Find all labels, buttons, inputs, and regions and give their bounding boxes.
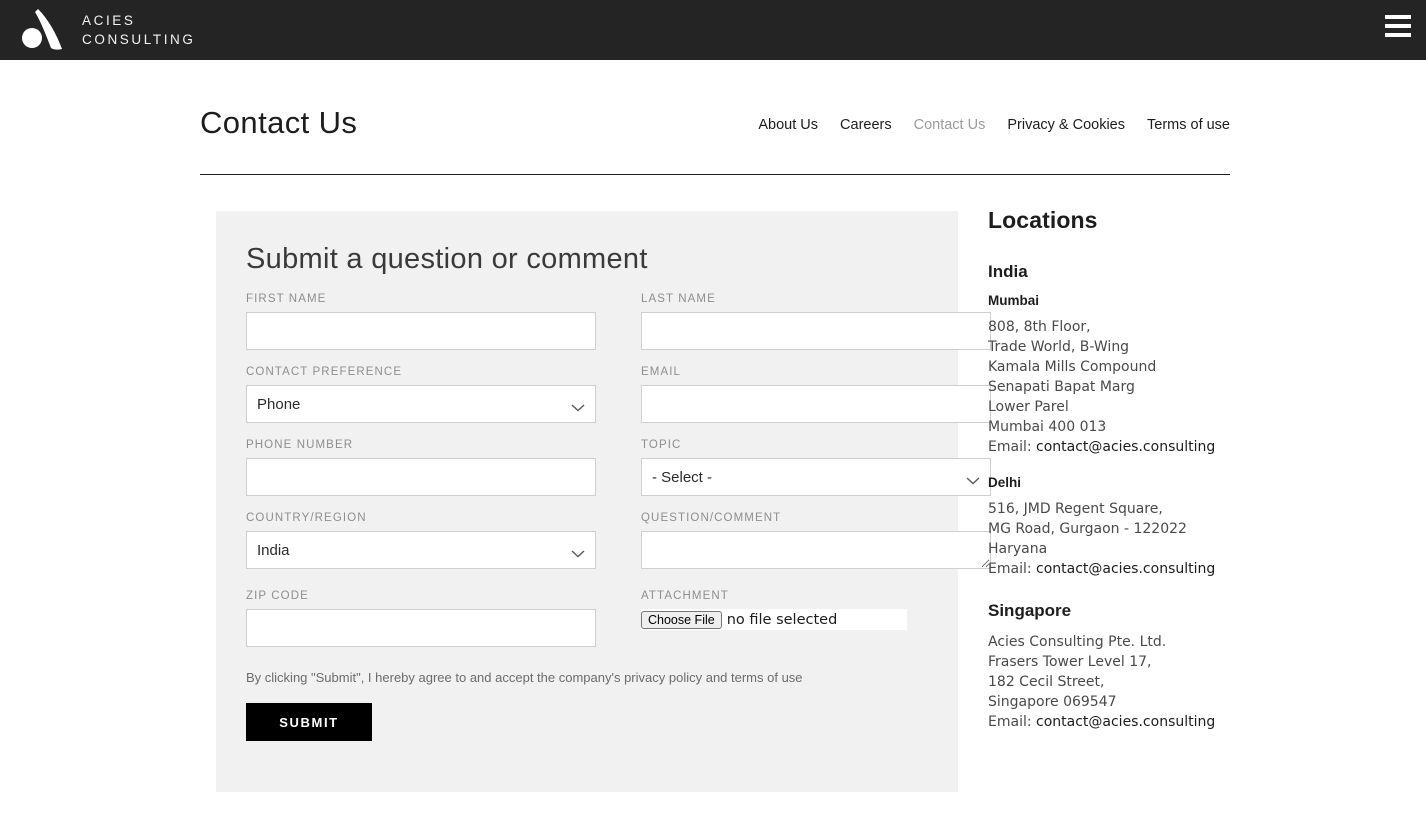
city-heading: Mumbai [988,293,1040,308]
brand-text: ACIES CONSULTING [82,11,196,49]
label-zip-code: ZIP CODE [246,590,309,602]
question-comment-textarea[interactable] [641,531,991,569]
label-first-name: FIRST NAME [246,293,327,305]
label-country-region: COUNTRY/REGION [246,512,367,524]
locations-title: Locations [988,207,1098,233]
brand-line-2: CONSULTING [82,32,196,47]
address-line: 516, JMD Regent Square, [988,501,1163,517]
top-bar: ACIES CONSULTING [0,0,1426,60]
address-line: Singapore 069547 [988,694,1117,710]
email-label: Email: [988,439,1032,455]
email-link[interactable]: contact@acies.consulting [1036,714,1215,730]
address-line: Lower Parel [988,399,1069,415]
attachment-file-input[interactable]: Choose File no file selected [641,609,907,630]
field-zip-code: ZIP CODE [246,590,596,647]
country-heading: Singapore [988,601,1072,620]
hamburger-bar [1385,33,1411,37]
field-contact-preference: CONTACT PREFERENCE Phone [246,366,596,423]
phone-number-input[interactable] [246,458,596,496]
first-name-input[interactable] [246,312,596,350]
nav-item-about-us[interactable]: About Us [758,117,818,133]
address-line: Mumbai 400 013 [988,419,1107,435]
brand-logo[interactable]: ACIES CONSULTING [18,4,196,56]
address-block: 516, JMD Regent Square, MG Road, Gurgaon… [988,499,1288,579]
form-title: Submit a question or comment [246,243,648,275]
field-phone-number: PHONE NUMBER [246,439,596,496]
page-title: Contact Us [200,105,358,140]
office-singapore: Acies Consulting Pte. Ltd. Frasers Tower… [988,632,1288,732]
address-line: 182 Cecil Street, [988,674,1105,690]
email-label: Email: [988,714,1032,730]
nav-item-privacy-cookies[interactable]: Privacy & Cookies [1007,117,1125,133]
label-question-comment: QUESTION/COMMENT [641,512,782,524]
chevron-down-icon [966,473,980,485]
field-last-name: LAST NAME [641,293,991,350]
label-last-name: LAST NAME [641,293,716,305]
address-line: Acies Consulting Pte. Ltd. [988,634,1167,650]
field-country-region: COUNTRY/REGION India [246,512,596,574]
field-attachment: ATTACHMENT Choose File no file selected [641,590,991,647]
country-region-select[interactable]: India [246,531,596,569]
locations-group-india: India Mumbai 808, 8th Floor, Trade World… [988,262,1288,579]
zip-code-input[interactable] [246,609,596,647]
label-contact-preference: CONTACT PREFERENCE [246,366,403,378]
address-line: Frasers Tower Level 17, [988,654,1152,670]
secondary-nav: About Us Careers Contact Us Privacy & Co… [758,117,1230,133]
hamburger-menu-icon[interactable] [1384,13,1412,39]
nav-item-terms-of-use[interactable]: Terms of use [1147,117,1230,133]
label-phone-number: PHONE NUMBER [246,439,354,451]
chevron-down-icon [571,546,585,558]
address-line: Haryana [988,541,1048,557]
attachment-status: no file selected [726,611,838,628]
address-line: Kamala Mills Compound [988,359,1157,375]
city-heading: Delhi [988,475,1022,490]
form-grid: FIRST NAME LAST NAME CONTACT PREFERENCE … [246,293,991,663]
last-name-input[interactable] [641,312,991,350]
locations-group-singapore: Singapore Acies Consulting Pte. Ltd. Fra… [988,601,1288,732]
office-delhi: Delhi 516, JMD Regent Square, MG Road, G… [988,475,1288,579]
choose-file-button[interactable]: Choose File [641,610,722,629]
country-heading: India [988,262,1028,281]
email-line: Email: contact@acies.consulting [988,559,1288,579]
brand-line-1: ACIES [82,13,136,28]
email-line: Email: contact@acies.consulting [988,437,1288,457]
field-first-name: FIRST NAME [246,293,596,350]
address-block: Acies Consulting Pte. Ltd. Frasers Tower… [988,632,1288,732]
address-line: MG Road, Gurgaon - 122022 [988,521,1187,537]
acies-logo-mark-icon [18,5,74,55]
field-email: EMAIL [641,366,991,423]
email-line: Email: contact@acies.consulting [988,712,1288,732]
nav-item-careers[interactable]: Careers [840,117,892,133]
hamburger-bar [1385,24,1411,28]
field-topic: TOPIC - Select - [641,439,991,496]
country-region-value: India [257,541,290,559]
hamburger-bar [1385,15,1411,19]
label-topic: TOPIC [641,439,682,451]
topic-value: - Select - [652,468,713,486]
label-email: EMAIL [641,366,682,378]
form-disclaimer: By clicking "Submit", I hereby agree to … [246,670,803,685]
contact-preference-value: Phone [257,395,301,413]
office-mumbai: Mumbai 808, 8th Floor, Trade World, B-Wi… [988,293,1288,457]
email-input[interactable] [641,385,991,423]
label-attachment: ATTACHMENT [641,590,729,602]
topic-select[interactable]: - Select - [641,458,991,496]
page-header: Contact Us About Us Careers Contact Us P… [200,95,1230,175]
contact-preference-select[interactable]: Phone [246,385,596,423]
address-block: 808, 8th Floor, Trade World, B-Wing Kama… [988,317,1288,457]
chevron-down-icon [571,400,585,412]
email-link[interactable]: contact@acies.consulting [1036,439,1215,455]
submit-button[interactable]: SUBMIT [246,703,372,741]
locations-sidebar: Locations India Mumbai 808, 8th Floor, T… [988,207,1288,754]
address-line: Trade World, B-Wing [988,339,1130,355]
field-question-comment: QUESTION/COMMENT [641,512,991,574]
email-link[interactable]: contact@acies.consulting [1036,561,1215,577]
address-line: 808, 8th Floor, [988,319,1091,335]
nav-item-contact-us[interactable]: Contact Us [914,117,986,133]
address-line: Senapati Bapat Marg [988,379,1135,395]
contact-form-panel: Submit a question or comment FIRST NAME … [216,211,991,792]
email-label: Email: [988,561,1032,577]
